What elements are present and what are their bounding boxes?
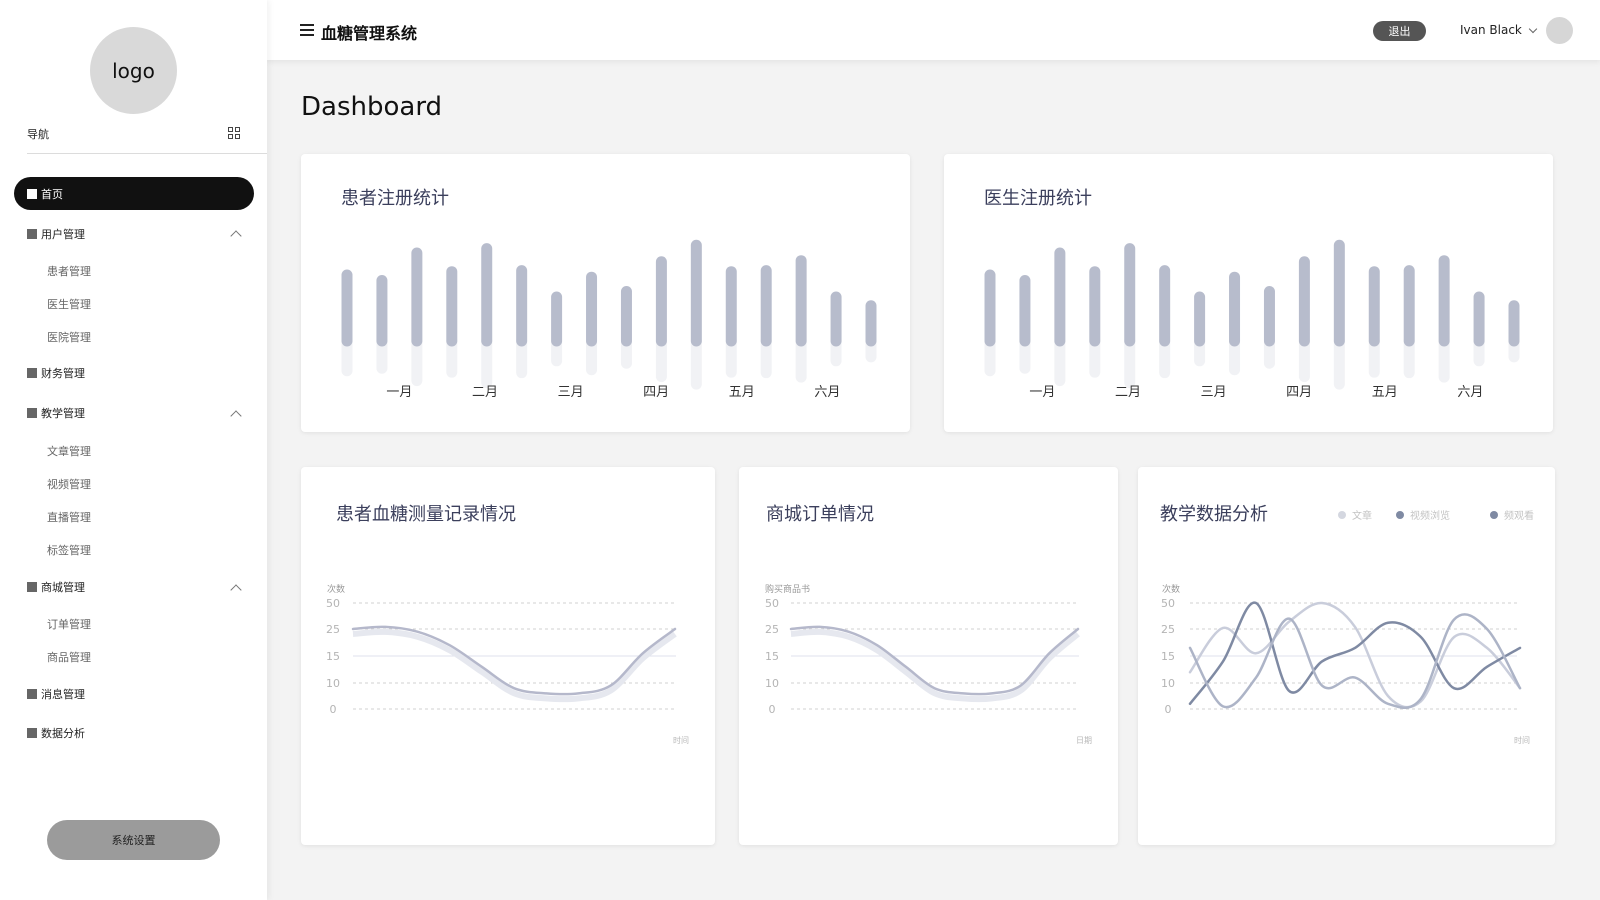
nav-item-analytics[interactable]: 数据分析 <box>27 724 85 742</box>
chevron-up-icon[interactable] <box>230 584 242 596</box>
square-icon <box>27 408 37 418</box>
glucose-records-card: 患者血糖测量记录情况 次数 50 25 15 10 0 时间 <box>301 467 715 845</box>
nav-item-home[interactable]: 首页 <box>14 177 254 210</box>
glucose-records-chart: 次数 50 25 15 10 0 时间 <box>326 583 689 745</box>
menu-icon[interactable] <box>300 24 314 36</box>
nav-item-label: 商城管理 <box>41 581 85 594</box>
page-title: Dashboard <box>301 92 443 122</box>
nav-header-label: 导航 <box>27 128 49 141</box>
x-tick-label: 二月 <box>472 385 498 400</box>
nav-item-teaching[interactable]: 教学管理 <box>27 404 85 422</box>
x-tick-label: 三月 <box>558 385 584 400</box>
square-icon <box>27 188 37 199</box>
y-tick-label: 10 <box>1161 677 1175 690</box>
nav-header: 导航 <box>27 124 267 154</box>
square-icon <box>27 368 37 378</box>
nav-subitem-live[interactable]: 直播管理 <box>47 509 91 525</box>
x-tick-label: 一月 <box>386 385 412 400</box>
y-tick-label: 10 <box>326 677 340 690</box>
x-tick-label: 三月 <box>1201 385 1227 400</box>
x-axis-label: 时间 <box>673 735 689 745</box>
y-tick-label: 15 <box>765 650 779 663</box>
user-menu[interactable]: Ivan Black <box>1460 23 1522 37</box>
chevron-up-icon[interactable] <box>230 230 242 242</box>
x-tick-label: 一月 <box>1029 385 1055 400</box>
y-axis-label: 次数 <box>327 583 345 595</box>
y-tick-label: 50 <box>765 597 779 610</box>
grid-icon[interactable] <box>228 127 240 139</box>
nav-subitem-orders[interactable]: 订单管理 <box>47 616 91 632</box>
y-tick-label: 15 <box>326 650 340 663</box>
x-tick-label: 四月 <box>1286 385 1312 400</box>
x-tick-label: 四月 <box>643 385 669 400</box>
y-tick-label: 15 <box>1161 650 1175 663</box>
sidebar: logo 导航 首页 用户管理 患者管理 医生管理 医院管理 财务管理 教学管理… <box>0 0 267 900</box>
nav-item-finance[interactable]: 财务管理 <box>27 364 85 382</box>
nav-item-label: 财务管理 <box>41 367 85 380</box>
app-title: 血糖管理系统 <box>321 24 418 43</box>
y-tick-label: 25 <box>765 623 779 636</box>
logo: logo <box>90 27 177 114</box>
nav-item-label: 教学管理 <box>41 407 85 420</box>
x-tick-label: 六月 <box>1457 385 1483 400</box>
x-axis-label: 时间 <box>1514 735 1530 745</box>
nav-item-label: 首页 <box>41 187 63 201</box>
nav-subitem-articles[interactable]: 文章管理 <box>47 443 91 459</box>
nav-subitem-hospitals[interactable]: 医院管理 <box>47 329 91 345</box>
nav-subitem-tags[interactable]: 标签管理 <box>47 542 91 558</box>
series-line <box>351 625 677 696</box>
teaching-analysis-card: 教学数据分析 文章 视频浏览 频观看 次数 50 25 15 10 0 时间 <box>1138 467 1555 845</box>
x-tick-label: 六月 <box>814 385 840 400</box>
patient-registration-chart: 一月 二月 三月 四月 五月 六月 <box>341 239 877 400</box>
y-tick-label: 10 <box>765 677 779 690</box>
y-tick-label: 25 <box>1161 623 1175 636</box>
nav-item-messages[interactable]: 消息管理 <box>27 685 85 703</box>
y-tick-label: 0 <box>769 703 776 716</box>
mall-orders-chart: 购买商品书 50 25 15 10 0 日期 <box>765 583 1092 745</box>
nav-subitem-videos[interactable]: 视频管理 <box>47 476 91 492</box>
x-tick-label: 五月 <box>1372 385 1398 400</box>
series-line <box>1188 601 1522 709</box>
nav-subitem-products[interactable]: 商品管理 <box>47 649 91 665</box>
system-settings-button[interactable]: 系统设置 <box>47 820 220 860</box>
y-tick-label: 0 <box>1165 703 1172 716</box>
topbar: 血糖管理系统 退出 Ivan Black <box>267 0 1600 60</box>
x-tick-label: 二月 <box>1115 385 1141 400</box>
series-line <box>789 625 1080 696</box>
nav-item-label: 数据分析 <box>41 727 85 740</box>
logout-button[interactable]: 退出 <box>1373 21 1426 41</box>
square-icon <box>27 229 37 239</box>
y-tick-label: 50 <box>1161 597 1175 610</box>
y-tick-label: 25 <box>326 623 340 636</box>
nav-item-label: 消息管理 <box>41 688 85 701</box>
x-tick-label: 五月 <box>729 385 755 400</box>
nav-item-user-management[interactable]: 用户管理 <box>27 225 85 243</box>
square-icon <box>27 582 37 592</box>
teaching-analysis-chart: 次数 50 25 15 10 0 时间 <box>1161 583 1530 745</box>
y-tick-label: 0 <box>330 703 337 716</box>
nav-item-label: 用户管理 <box>41 228 85 241</box>
avatar[interactable] <box>1546 17 1573 44</box>
doctor-registration-chart: 一月 二月 三月 四月 五月 六月 <box>984 239 1520 400</box>
mall-orders-card: 商城订单情况 购买商品书 50 25 15 10 0 日期 <box>739 467 1118 845</box>
chevron-up-icon[interactable] <box>230 410 242 422</box>
chevron-down-icon[interactable] <box>1528 24 1538 34</box>
patient-registration-card: 患者注册统计 一月 二月 三月 四月 五月 六月 <box>301 154 910 432</box>
square-icon <box>27 728 37 738</box>
y-axis-label: 次数 <box>1162 583 1180 595</box>
x-axis-label: 日期 <box>1076 736 1092 745</box>
series-line <box>1188 601 1522 706</box>
nav-item-mall[interactable]: 商城管理 <box>27 578 85 596</box>
doctor-registration-card: 医生注册统计 一月 二月 三月 四月 五月 六月 <box>944 154 1553 432</box>
y-tick-label: 50 <box>326 597 340 610</box>
square-icon <box>27 689 37 699</box>
nav-subitem-doctors[interactable]: 医生管理 <box>47 296 91 312</box>
y-axis-label: 购买商品书 <box>765 583 810 595</box>
nav-subitem-patients[interactable]: 患者管理 <box>47 263 91 279</box>
